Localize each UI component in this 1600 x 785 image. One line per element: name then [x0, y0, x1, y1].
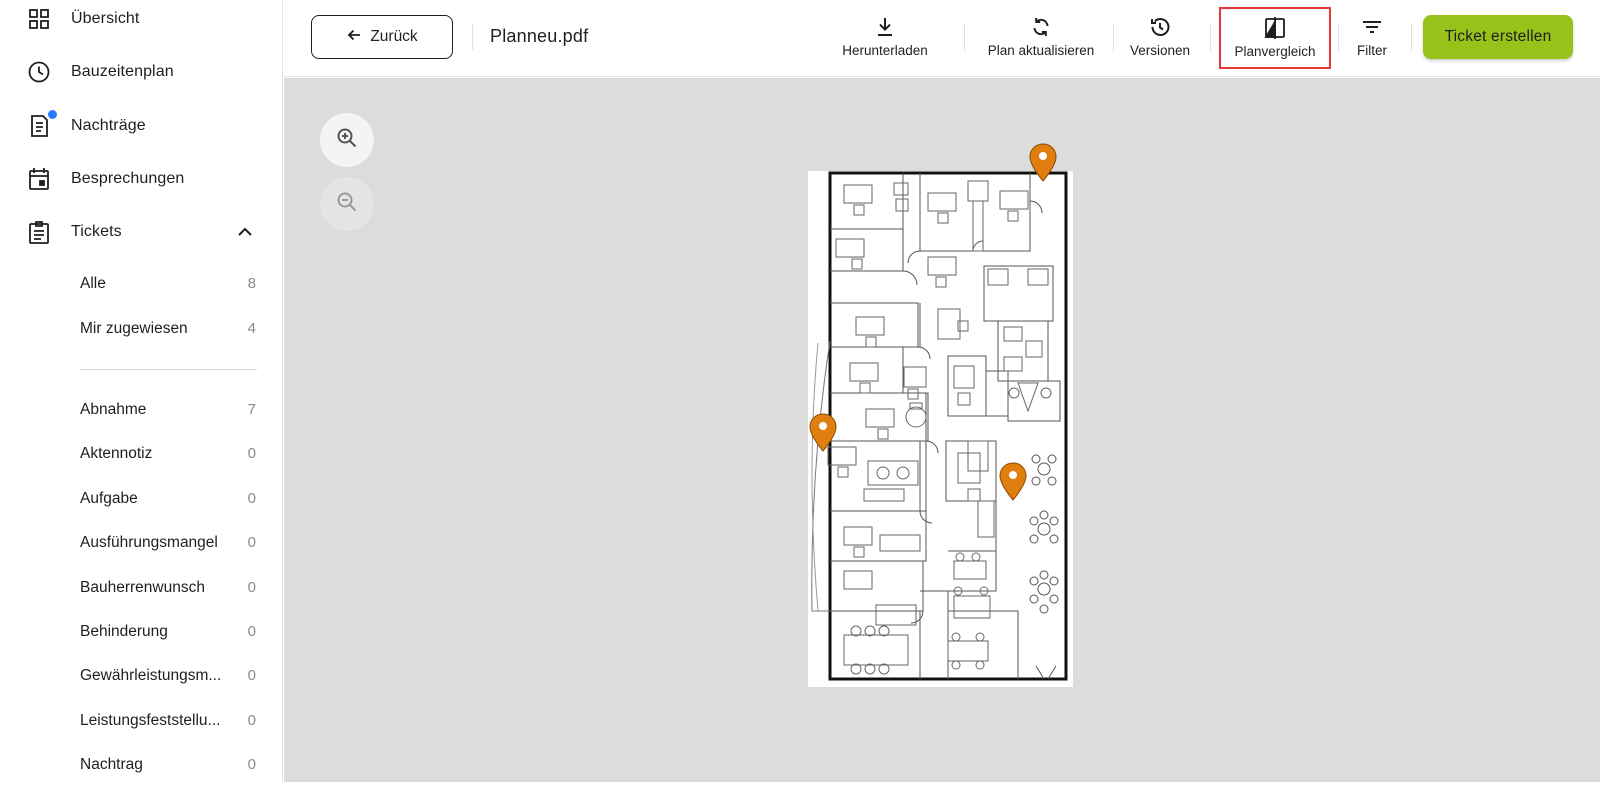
ticket-type-count: 0: [247, 712, 256, 729]
tool-label: Versionen: [1129, 43, 1191, 58]
tool-label: Plan aktualisieren: [987, 43, 1095, 58]
filter-icon: [1360, 15, 1384, 39]
plan-compare-button[interactable]: Planvergleich: [1219, 7, 1331, 69]
zoom-out-button[interactable]: [320, 177, 374, 231]
ticket-type-leistungsfeststellung[interactable]: Leistungsfeststellu... 0: [0, 703, 283, 741]
ticket-type-label: Leistungsfeststellu...: [80, 712, 221, 729]
zoom-in-icon: [335, 126, 359, 155]
ticket-filter-label: Mir zugewiesen: [80, 320, 188, 337]
ticket-type-label: Bauherrenwunsch: [80, 579, 205, 596]
ticket-type-label: Gewährleistungsm...: [80, 667, 222, 684]
notification-dot: [48, 110, 57, 119]
back-button-label: Zurück: [370, 28, 418, 45]
ticket-type-label: Aktennotiz: [80, 445, 153, 462]
ticket-type-nachtrag[interactable]: Nachtrag 0: [0, 747, 283, 785]
calendar-icon: [27, 167, 51, 191]
ticket-type-ausfuehrungsmangel[interactable]: Ausführungsmangel 0: [0, 525, 283, 563]
ticket-filter-alle[interactable]: Alle 8: [0, 266, 283, 304]
document-list-icon: [27, 114, 51, 138]
download-icon: [873, 15, 897, 39]
ticket-filter-mir-zugewiesen[interactable]: Mir zugewiesen 4: [0, 311, 283, 349]
zoom-in-button[interactable]: [320, 113, 374, 167]
chevron-up-icon[interactable]: [233, 220, 257, 244]
ticket-type-label: Nachtrag: [80, 756, 143, 773]
ticket-type-count: 0: [247, 756, 256, 773]
ticket-type-label: Behinderung: [80, 623, 168, 640]
update-plan-button[interactable]: Plan aktualisieren: [982, 12, 1100, 64]
sidebar-item-tickets[interactable]: Tickets: [0, 210, 283, 254]
floor-plan-image[interactable]: [808, 171, 1073, 687]
sidebar-item-bauzeitenplan[interactable]: Bauzeitenplan: [0, 50, 283, 94]
sidebar-item-label: Übersicht: [71, 10, 140, 27]
location-pin-icon[interactable]: [998, 462, 1028, 502]
plan-toolbar: Zurück Planneu.pdf Herunterladen Plan ak…: [284, 0, 1600, 77]
ticket-type-behinderung[interactable]: Behinderung 0: [0, 614, 283, 652]
sidebar-item-label: Tickets: [71, 223, 122, 240]
divider: [964, 24, 965, 52]
ticket-type-label: Abnahme: [80, 401, 147, 418]
divider: [1210, 24, 1211, 52]
divider: [472, 24, 473, 50]
zoom-out-icon: [335, 190, 359, 219]
ticket-filter-count: 8: [247, 275, 256, 292]
ticket-type-gewaehrleistungsmangel[interactable]: Gewährleistungsm... 0: [0, 658, 283, 696]
ticket-type-label: Aufgabe: [80, 490, 138, 507]
arrow-left-icon: [346, 27, 362, 48]
create-ticket-button[interactable]: Ticket erstellen: [1423, 15, 1573, 59]
sidebar-item-label: Bauzeitenplan: [71, 63, 174, 80]
ticket-type-count: 0: [247, 623, 256, 640]
sidebar-item-nachtraege[interactable]: Nachträge: [0, 104, 283, 148]
ticket-type-count: 0: [247, 667, 256, 684]
ticket-type-aktennotiz[interactable]: Aktennotiz 0: [0, 436, 283, 474]
ticket-filter-count: 4: [247, 320, 256, 337]
ticket-type-bauherrenwunsch[interactable]: Bauherrenwunsch 0: [0, 570, 283, 608]
refresh-icon: [1029, 15, 1053, 39]
clipboard-icon: [27, 220, 51, 244]
ticket-type-abnahme[interactable]: Abnahme 7: [0, 392, 283, 430]
page-title: Planneu.pdf: [490, 26, 589, 46]
dashboard-icon: [27, 7, 51, 31]
versions-button[interactable]: Versionen: [1124, 12, 1196, 64]
sidebar: Übersicht Bauzeitenplan Nachträge Bespre…: [0, 0, 283, 782]
location-pin-icon[interactable]: [1028, 143, 1058, 183]
sidebar-item-label: Nachträge: [71, 117, 146, 134]
ticket-type-count: 0: [247, 490, 256, 507]
ticket-type-count: 0: [247, 445, 256, 462]
plan-viewer[interactable]: [284, 78, 1600, 782]
ticket-type-count: 7: [247, 401, 256, 418]
sidebar-item-label: Besprechungen: [71, 170, 185, 187]
ticket-type-count: 0: [247, 534, 256, 551]
ticket-type-label: Ausführungsmangel: [80, 534, 218, 551]
divider: [1113, 24, 1114, 52]
ticket-filter-label: Alle: [80, 275, 106, 292]
tool-label: Herunterladen: [842, 43, 928, 58]
ticket-type-count: 0: [247, 579, 256, 596]
sidebar-item-uebersicht[interactable]: Übersicht: [0, 0, 283, 41]
download-button[interactable]: Herunterladen: [839, 12, 931, 64]
tool-label: Planvergleich: [1234, 44, 1316, 59]
tool-label: Filter: [1357, 43, 1387, 58]
history-icon: [1148, 15, 1172, 39]
clock-icon: [27, 60, 51, 84]
compare-icon: [1263, 16, 1287, 40]
ticket-type-aufgabe[interactable]: Aufgabe 0: [0, 481, 283, 519]
divider: [1411, 24, 1412, 52]
back-button[interactable]: Zurück: [311, 15, 453, 59]
location-pin-icon[interactable]: [808, 413, 838, 453]
sidebar-item-besprechungen[interactable]: Besprechungen: [0, 157, 283, 201]
filter-button[interactable]: Filter: [1346, 12, 1398, 64]
divider: [1338, 24, 1339, 52]
sidebar-divider: [80, 369, 257, 370]
